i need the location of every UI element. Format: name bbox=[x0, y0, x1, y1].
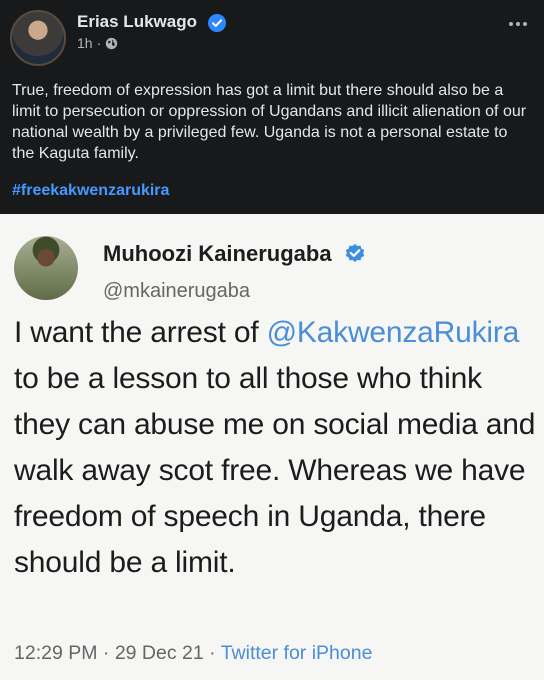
globe-icon bbox=[106, 37, 118, 49]
tweet-footer-dot: · bbox=[97, 642, 115, 664]
hashtag-link[interactable]: #freekakwenzarukira bbox=[12, 182, 169, 200]
embedded-tweet-screenshot[interactable]: Muhoozi Kainerugaba @mkainerugaba I want… bbox=[0, 214, 544, 680]
author-name[interactable]: Erias Lukwago bbox=[77, 12, 197, 31]
more-options-icon[interactable] bbox=[504, 14, 532, 34]
facebook-post: Erias Lukwago 1h · True, freedom of expr… bbox=[0, 0, 544, 680]
post-body-text: True, freedom of expression has got a li… bbox=[12, 82, 527, 162]
author-name-row: Erias Lukwago bbox=[77, 12, 226, 32]
tweet-footer: 12:29 PM · 29 Dec 21 · Twitter for iPhon… bbox=[14, 642, 372, 665]
tweet-verified-badge-icon bbox=[345, 244, 364, 262]
tweet-author-name: Muhoozi Kainerugaba bbox=[103, 241, 332, 266]
post-time[interactable]: 1h bbox=[77, 35, 93, 51]
tweet-date: 29 Dec 21 bbox=[114, 642, 204, 664]
tweet-footer-dot: · bbox=[203, 642, 221, 664]
verified-badge-icon bbox=[207, 13, 226, 32]
author-avatar[interactable] bbox=[10, 10, 66, 66]
tweet-text: I want the arrest of @KakwenzaRukira to … bbox=[14, 310, 540, 586]
post-header: Erias Lukwago 1h · bbox=[0, 0, 544, 70]
tweet-author-name-row: Muhoozi Kainerugaba bbox=[103, 241, 366, 267]
tweet-text-part1: I want the arrest of bbox=[14, 316, 267, 349]
tweet-source: Twitter for iPhone bbox=[220, 642, 373, 664]
tweet-text-part2: to be a lesson to all those who think th… bbox=[14, 362, 536, 579]
meta-separator: · bbox=[96, 35, 102, 51]
post-meta: 1h · bbox=[77, 35, 118, 51]
tweet-time: 12:29 PM bbox=[14, 642, 98, 664]
tweet-author-avatar bbox=[14, 236, 78, 300]
tweet-mention: @KakwenzaRukira bbox=[266, 316, 520, 349]
tweet-author-handle: @mkainerugaba bbox=[103, 280, 251, 302]
